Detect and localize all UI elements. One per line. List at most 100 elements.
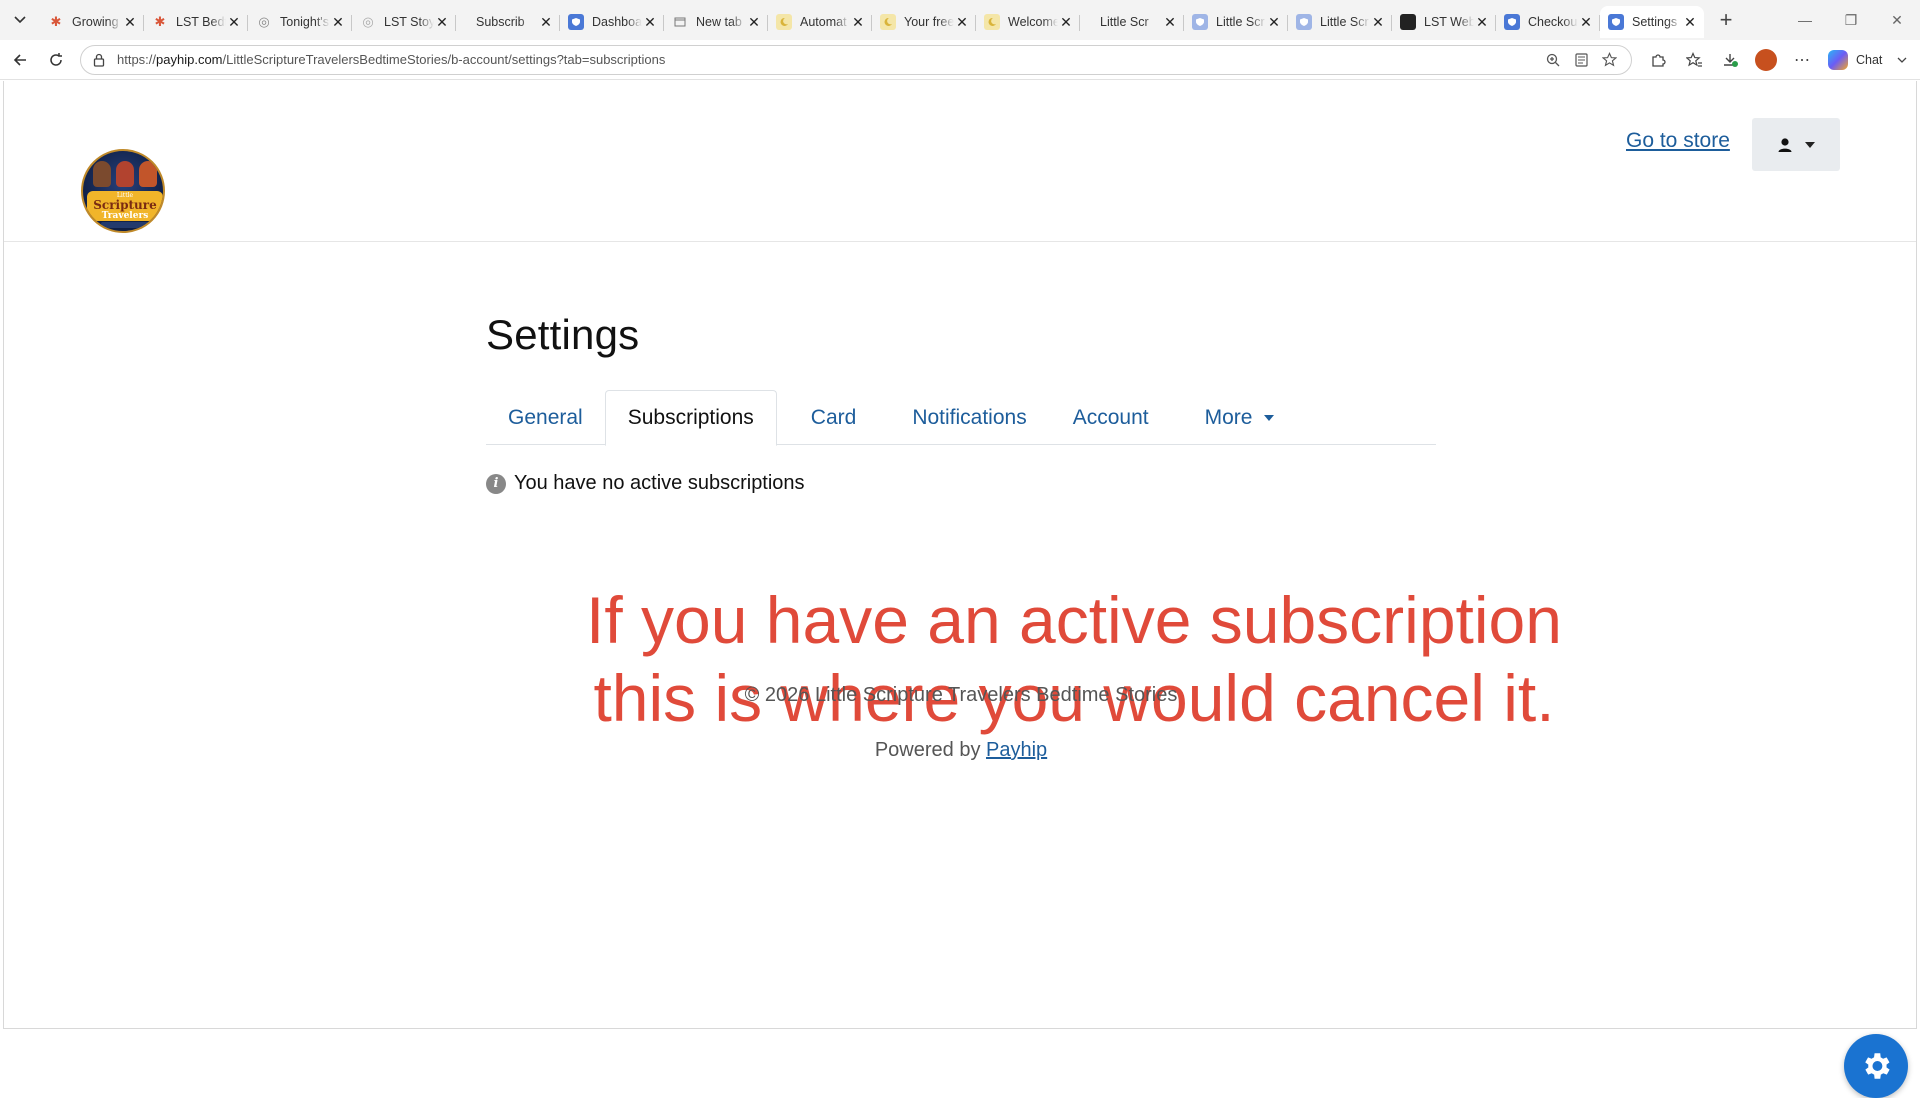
close-tab-icon[interactable]: ✕ <box>1058 14 1074 30</box>
browser-tab-title: LST Web <box>1424 15 1474 29</box>
payhip-link[interactable]: Payhip <box>986 739 1047 761</box>
close-tab-icon[interactable]: ✕ <box>434 14 450 30</box>
tab-subscriptions[interactable]: Subscriptions <box>604 390 777 446</box>
close-tab-icon[interactable]: ✕ <box>1682 14 1698 30</box>
extensions-icon[interactable] <box>1640 44 1676 76</box>
close-window-icon[interactable]: ✕ <box>1874 0 1920 40</box>
asterisk-icon: ✱ <box>154 14 166 29</box>
browser-tab-title: Little Scr <box>1216 15 1265 29</box>
lock-icon[interactable] <box>91 52 107 68</box>
shield-icon <box>568 14 584 30</box>
settings-gear-button[interactable] <box>1844 1034 1908 1098</box>
browser-tab[interactable]: Automat ✕ <box>768 6 872 38</box>
back-icon[interactable] <box>2 44 38 76</box>
browser-tab[interactable]: LST Web ✕ <box>1392 6 1496 38</box>
close-tab-icon[interactable]: ✕ <box>1162 14 1178 30</box>
logo-characters <box>93 161 157 191</box>
close-tab-icon[interactable]: ✕ <box>538 14 554 30</box>
close-tab-icon[interactable]: ✕ <box>954 14 970 30</box>
newtab-icon <box>672 14 688 30</box>
moon-icon <box>984 14 1000 30</box>
browser-tab[interactable]: Little Scr ✕ <box>1288 6 1392 38</box>
store-logo[interactable]: Little Scripture Travelers <box>81 149 165 233</box>
asterisk-icon: ✱ <box>50 14 62 29</box>
browser-tab-title: Tonight's <box>280 15 329 29</box>
browser-tab-title: Automat <box>800 15 847 29</box>
browser-tab[interactable]: ✱ LST Bedt ✕ <box>144 6 248 38</box>
moon-icon <box>880 14 896 30</box>
close-tab-icon[interactable]: ✕ <box>850 14 866 30</box>
account-menu-button[interactable] <box>1752 118 1840 171</box>
browser-tab[interactable]: Little Scr ✕ <box>1184 6 1288 38</box>
go-to-store-link[interactable]: Go to store <box>1626 129 1730 153</box>
browser-tab[interactable]: Welcome ✕ <box>976 6 1080 38</box>
close-tab-icon[interactable]: ✕ <box>330 14 346 30</box>
browser-tab[interactable]: Little Scr ✕ <box>1080 6 1184 38</box>
browser-tab[interactable]: Your free ✕ <box>872 6 976 38</box>
close-tab-icon[interactable]: ✕ <box>226 14 242 30</box>
favorites-icon[interactable] <box>1676 44 1712 76</box>
tab-card[interactable]: Card <box>777 390 891 445</box>
reload-icon[interactable] <box>38 44 74 76</box>
copilot-chat-button[interactable]: Chat <box>1820 49 1890 70</box>
chevron-down-icon[interactable] <box>1890 44 1914 76</box>
dark-square-icon <box>1400 14 1416 30</box>
tab-general[interactable]: General <box>486 390 605 445</box>
powered-by-text: Powered by <box>874 739 981 761</box>
page-title: Settings <box>486 311 640 358</box>
browser-tab-title: Dashboa <box>592 15 642 29</box>
new-tab-button[interactable]: + <box>1708 4 1744 36</box>
annotation-overlay: If you have an active subscription this … <box>524 581 1624 737</box>
restore-icon[interactable]: ❐ <box>1828 0 1874 40</box>
close-tab-icon[interactable]: ✕ <box>642 14 658 30</box>
caret-down-icon <box>1805 141 1815 148</box>
browser-tab-title: Settings <box>1632 15 1678 29</box>
profile-avatar[interactable] <box>1755 48 1777 71</box>
close-tab-icon[interactable]: ✕ <box>1578 14 1594 30</box>
browser-tab[interactable]: ✱ Growing ✕ <box>40 6 144 38</box>
tab-list-menu-icon[interactable] <box>0 0 40 40</box>
moon-icon <box>776 14 792 30</box>
address-bar[interactable]: https://payhip.com/LittleScriptureTravel… <box>80 44 1632 75</box>
browser-tab[interactable]: New tab ✕ <box>664 6 768 38</box>
close-tab-icon[interactable]: ✕ <box>1370 14 1386 30</box>
tab-more[interactable]: More <box>1183 390 1297 445</box>
browser-tabs: ✱ Growing ✕ ✱ LST Bedt ✕ ◎ Tonight's ✕ ◎ LST Stoy ✕… <box>40 0 1704 40</box>
shield-icon <box>1608 14 1624 30</box>
close-tab-icon[interactable]: ✕ <box>1474 14 1490 30</box>
browser-toolbar: https://payhip.com/LittleScriptureTravel… <box>0 40 1920 80</box>
favorite-star-icon[interactable] <box>1595 52 1623 67</box>
tab-account[interactable]: Account <box>1049 390 1183 445</box>
shield-icon <box>1504 14 1520 30</box>
url-text: https://payhip.com/LittleScriptureTravel… <box>117 52 666 67</box>
settings-tabs: General Subscriptions Card Notifications… <box>486 390 1436 446</box>
browser-tab-title: Subscrib <box>476 15 525 29</box>
logo-text-travelers: Travelers <box>101 210 149 221</box>
close-tab-icon[interactable]: ✕ <box>1266 14 1282 30</box>
browser-tab-title: New tab <box>696 15 742 29</box>
reader-view-icon[interactable] <box>1567 52 1595 67</box>
logo-banner: Little Scripture Travelers <box>87 191 163 221</box>
browser-tab-title: LST Stoy <box>384 15 434 29</box>
shield-icon <box>1192 14 1208 30</box>
browser-tab[interactable]: ◎ Tonight's ✕ <box>248 6 352 38</box>
browser-tab-title: Checkout <box>1528 15 1578 29</box>
user-icon <box>1778 137 1792 152</box>
browser-tab[interactable]: ◎ LST Stoy ✕ <box>352 6 456 38</box>
more-menu-icon[interactable]: ⋯ <box>1784 44 1820 76</box>
close-tab-icon[interactable]: ✕ <box>122 14 138 30</box>
copilot-icon <box>1828 49 1848 70</box>
site-header: Little Scripture Travelers Go to store <box>4 81 1916 242</box>
zoom-icon[interactable] <box>1539 53 1567 67</box>
browser-tab[interactable]: Checkout ✕ <box>1496 6 1600 38</box>
tab-more-label: More <box>1204 405 1253 429</box>
browser-tab-title: Welcome <box>1008 15 1058 29</box>
browser-tab-strip: ✱ Growing ✕ ✱ LST Bedt ✕ ◎ Tonight's ✕ ◎ LST Stoy ✕… <box>0 0 1920 40</box>
minimize-icon[interactable]: — <box>1782 0 1828 40</box>
close-tab-icon[interactable]: ✕ <box>746 14 762 30</box>
browser-tab[interactable]: Settings ✕ <box>1600 6 1704 38</box>
browser-tab[interactable]: Dashboa ✕ <box>560 6 664 38</box>
downloads-icon[interactable] <box>1712 44 1748 76</box>
tab-notifications[interactable]: Notifications <box>890 390 1048 445</box>
browser-tab[interactable]: Subscrib ✕ <box>456 6 560 38</box>
